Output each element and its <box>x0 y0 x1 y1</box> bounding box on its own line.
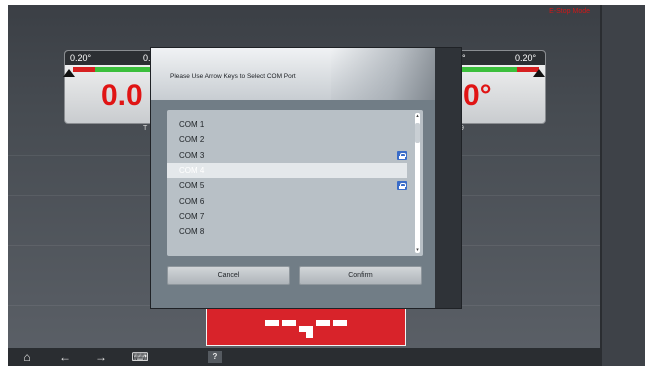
com-port-item[interactable]: COM 4 <box>167 162 407 178</box>
gauge-reading: 0° <box>463 79 492 112</box>
status-dash <box>333 320 347 326</box>
gauge-red-range <box>73 67 95 72</box>
com-port-label: COM 3 <box>179 150 205 160</box>
com-port-label: COM 2 <box>179 135 205 145</box>
lock-icon <box>397 181 407 191</box>
com-port-label: COM 5 <box>179 181 205 191</box>
status-dash <box>282 320 296 326</box>
panel-divider <box>600 5 602 366</box>
confirm-button[interactable]: Confirm <box>299 266 422 285</box>
com-port-item[interactable]: COM 1 <box>167 117 407 132</box>
com-port-label: COM 4 <box>179 165 205 175</box>
bottom-toolbar: ⌂ ← → ⌨ ? <box>8 348 600 366</box>
com-port-label: COM 1 <box>179 120 205 129</box>
dialog-side-strip <box>435 48 461 308</box>
com-port-label: COM 7 <box>179 211 205 221</box>
cancel-button[interactable]: Cancel <box>167 266 290 285</box>
gauge-green-range <box>95 67 151 72</box>
forward-arrow-icon[interactable]: → <box>92 348 110 366</box>
com-port-item[interactable]: COM 3 <box>167 148 407 163</box>
help-icon[interactable]: ? <box>208 351 222 363</box>
gauge-pointer-icon <box>533 69 545 77</box>
dialog-header: Please Use Arrow Keys to Select COM Port <box>151 48 435 100</box>
gauge-reading: 0.0 <box>101 79 143 112</box>
com-port-dialog: Please Use Arrow Keys to Select COM Port… <box>150 47 462 309</box>
status-dot <box>306 331 313 338</box>
status-dash <box>265 320 279 326</box>
gauge-min-label: 0.20° <box>70 53 92 63</box>
back-arrow-icon[interactable]: ← <box>56 348 74 366</box>
scroll-down-icon[interactable]: ▾ <box>415 247 420 253</box>
scroll-up-icon[interactable]: ▴ <box>415 113 420 119</box>
gauge-green-range <box>459 67 517 72</box>
list-scrollbar[interactable]: ▴ ▾ <box>415 113 420 253</box>
header-gradient <box>331 48 435 100</box>
com-port-item[interactable]: COM 6 <box>167 194 407 209</box>
status-warning: E-Stop Mode <box>549 8 590 15</box>
com-port-label: COM 8 <box>179 227 205 237</box>
status-dash <box>316 320 330 326</box>
home-icon[interactable]: ⌂ <box>18 348 36 366</box>
com-port-item[interactable]: COM 5 <box>167 178 407 193</box>
com-port-label: COM 6 <box>179 196 205 206</box>
gauge-sub-label: T <box>143 125 148 132</box>
gauge-max-label: 0.20° <box>515 53 537 63</box>
com-port-list[interactable]: COM 1 COM 2 COM 3 COM 4 COM 5 COM 6 COM 7 COM 8… <box>167 110 423 256</box>
gauge-pointer-icon <box>63 69 75 77</box>
dialog-title: Please Use Arrow Keys to Select COM Port <box>170 73 296 80</box>
com-port-item[interactable]: COM 2 <box>167 132 407 147</box>
lock-icon <box>397 150 407 160</box>
com-port-item[interactable]: COM 8 <box>167 224 407 239</box>
keyboard-icon[interactable]: ⌨ <box>128 348 152 366</box>
right-panel <box>600 5 645 366</box>
status-display <box>206 303 406 346</box>
dialog-body: COM 1 COM 2 COM 3 COM 4 COM 5 COM 6 COM 7 COM 8… <box>151 100 435 308</box>
scroll-thumb[interactable] <box>415 123 420 143</box>
com-port-item[interactable]: COM 7 <box>167 209 407 224</box>
